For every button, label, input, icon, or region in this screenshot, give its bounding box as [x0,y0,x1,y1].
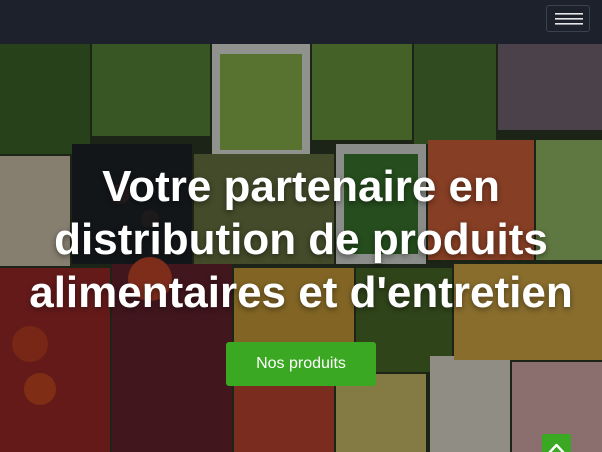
hamburger-menu-icon [555,13,583,25]
hero-title: Votre partenaire en distribution de prod… [0,160,602,319]
products-button[interactable]: Nos produits [226,342,376,386]
menu-toggle-button[interactable] [546,5,590,32]
hero-section: Votre partenaire en distribution de prod… [0,44,602,452]
hero-title-line: alimentaires et d'entretien [29,268,573,317]
back-to-top-button[interactable] [542,434,571,452]
navbar [0,0,602,44]
hero-title-line: distribution de produits [54,215,548,264]
chevron-up-icon [548,443,565,452]
hero-title-line: Votre partenaire en [102,162,500,211]
